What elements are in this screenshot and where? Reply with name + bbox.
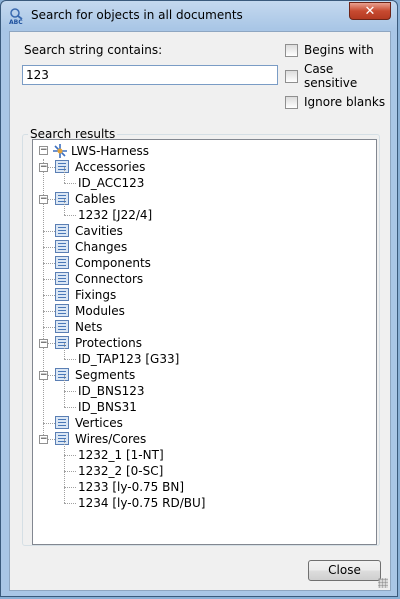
folder-list-icon: [55, 240, 69, 253]
dialog-window: ABC Search for objects in all documents …: [0, 0, 398, 597]
tree-folder-label: Fixings: [75, 288, 117, 302]
tree-guide-line: [64, 471, 65, 487]
option-ignore-blanks[interactable]: Ignore blanks: [285, 94, 385, 110]
tree-guide-line: [43, 311, 55, 312]
tree-guide-line: [64, 375, 65, 391]
folder-list-icon: [55, 336, 69, 349]
tree-result-label: ID_TAP123 [G33]: [78, 352, 180, 366]
case-sensitive-label: Case sensitive: [303, 62, 358, 90]
tree-guide-line: [64, 183, 76, 184]
tree-folder-label: Connectors: [75, 272, 144, 286]
folder-list-icon: [55, 224, 69, 237]
tree-guide-line: [64, 471, 76, 472]
tree-guide-line: [64, 215, 76, 216]
tree-folder-label: Components: [75, 256, 151, 270]
begins-with-label: Begins with: [304, 43, 374, 57]
search-input[interactable]: [22, 65, 278, 85]
tree-folder-label: Segments: [75, 368, 136, 382]
tree-folder-label: Protections: [75, 336, 142, 350]
tree-guide-line: [64, 487, 76, 488]
tree-guide-line: [43, 231, 55, 232]
tree-result-label: 1233 [ly-0.75 BN]: [78, 480, 185, 494]
collapse-icon[interactable]: −: [39, 435, 48, 444]
tree-guide-line: [64, 167, 65, 183]
folder-list-icon: [55, 160, 69, 173]
collapse-icon[interactable]: −: [39, 339, 48, 348]
tree-guide-line: [64, 455, 65, 471]
folder-list-icon: [55, 272, 69, 285]
tree-result-label: 1234 [ly-0.75 RD/BU]: [78, 496, 206, 510]
collapse-icon[interactable]: −: [39, 163, 48, 172]
case-sensitive-checkbox[interactable]: [285, 69, 298, 83]
folder-list-icon: [55, 304, 69, 317]
collapse-icon[interactable]: −: [39, 195, 48, 204]
tree-folder-label: Modules: [75, 304, 125, 318]
tree-guide-line: [43, 263, 55, 264]
tree-guide-line: [64, 439, 65, 455]
folder-list-icon: [55, 432, 69, 445]
folder-list-icon: [55, 368, 69, 381]
folder-list-icon: [55, 192, 69, 205]
svg-text:ABC: ABC: [9, 19, 23, 25]
option-case-sensitive[interactable]: Case sensitive: [285, 62, 390, 90]
tree-folder-label: Accessories: [75, 160, 146, 174]
tree-guide-line: [43, 327, 55, 328]
folder-list-icon: [55, 288, 69, 301]
tree-folder-label: Vertices: [75, 416, 123, 430]
tree-guide-line: [64, 487, 65, 503]
dialog-client-area: Search string contains: Begins with Case…: [9, 31, 391, 591]
begins-with-checkbox[interactable]: [285, 43, 298, 57]
tree-guide-line: [64, 199, 65, 215]
option-begins-with[interactable]: Begins with: [285, 42, 374, 58]
window-title: Search for objects in all documents: [31, 8, 243, 22]
tree-result-label: ID_ACC123: [78, 176, 145, 190]
tree-result-label: 1232_2 [0-SC]: [78, 464, 164, 478]
folder-list-icon: [55, 256, 69, 269]
tree-guide-line: [64, 503, 76, 504]
window-close-button[interactable]: ✕: [349, 2, 391, 20]
abc-search-icon: ABC: [9, 8, 23, 25]
search-label: Search string contains:: [24, 43, 163, 57]
collapse-icon[interactable]: −: [39, 146, 48, 155]
results-tree[interactable]: − LWS-Harness − Accessories ID_ACC123 − Cabl…: [32, 139, 377, 545]
tree-guide-line: [64, 455, 76, 456]
tree-guide-line: [43, 295, 55, 296]
ignore-blanks-checkbox[interactable]: [285, 95, 298, 109]
tree-guide-line: [43, 423, 55, 424]
title-bar[interactable]: ABC Search for objects in all documents …: [1, 1, 397, 31]
tree-guide-line: [43, 279, 55, 280]
ignore-blanks-label: Ignore blanks: [304, 95, 386, 109]
tree-result-label: ID_BNS31: [78, 400, 137, 414]
tree-guide-line: [43, 247, 55, 248]
tree-folder-label: Wires/Cores: [75, 432, 147, 446]
tree-result-label: 1232 [J22/4]: [78, 208, 153, 222]
tree-result-label: ID_BNS123: [78, 384, 145, 398]
folder-list-icon: [55, 320, 69, 333]
tree-result-label: 1232_1 [1-NT]: [78, 448, 164, 462]
harness-icon: [53, 144, 67, 158]
tree-folder-label: Cables: [75, 192, 116, 206]
collapse-icon[interactable]: −: [39, 371, 48, 380]
folder-list-icon: [55, 416, 69, 429]
tree-root-label: LWS-Harness: [71, 144, 149, 158]
tree-guide-line: [64, 407, 76, 408]
tree-folder-label: Changes: [75, 240, 128, 254]
tree-guide-line: [64, 343, 65, 359]
tree-folder-label: Nets: [75, 320, 103, 334]
tree-folder-label: Cavities: [75, 224, 123, 238]
tree-guide-line: [64, 359, 76, 360]
close-button[interactable]: Close: [308, 560, 381, 581]
tree-guide-line: [64, 391, 76, 392]
tree-guide-line: [64, 391, 65, 407]
resize-grip[interactable]: [378, 578, 388, 588]
